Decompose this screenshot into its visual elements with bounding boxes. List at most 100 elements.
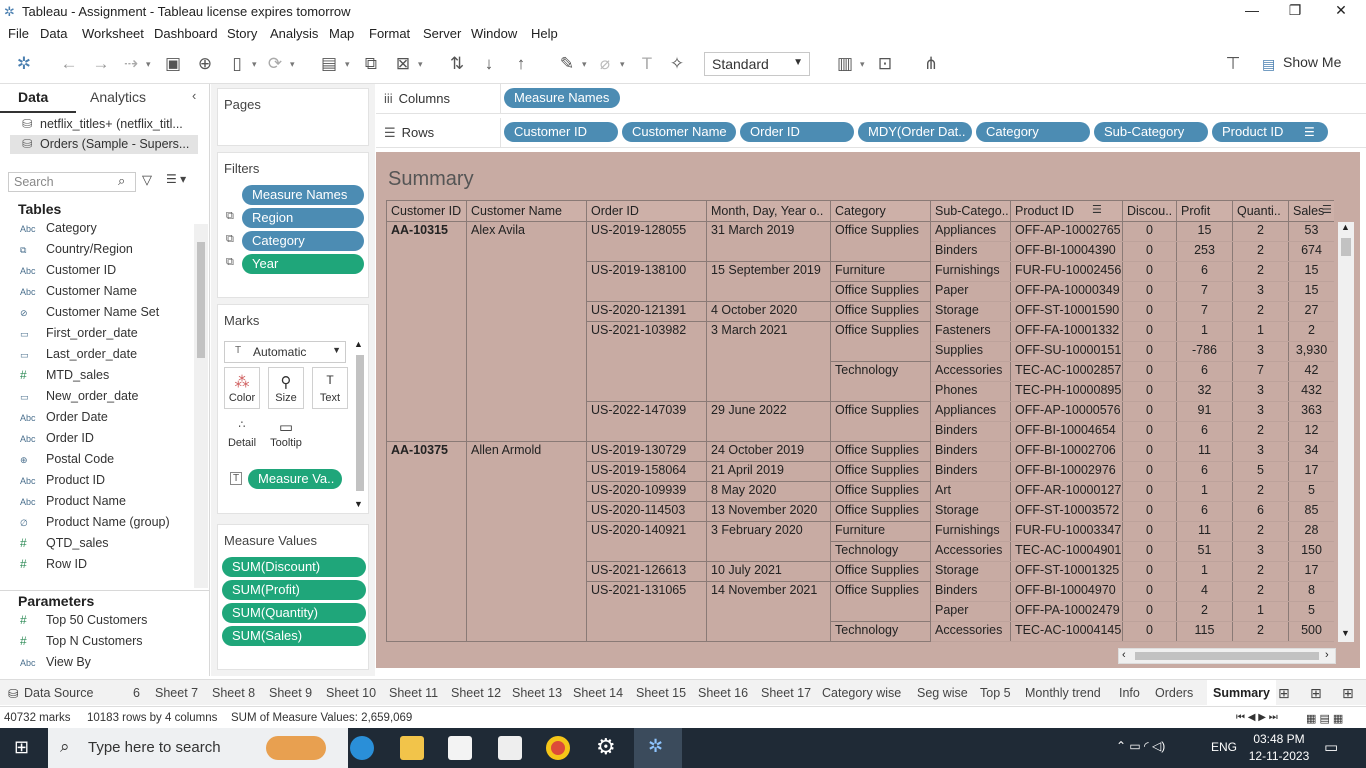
table-cell[interactable] <box>706 361 831 382</box>
table-cell[interactable]: 2 <box>1232 301 1289 322</box>
file-explorer-icon[interactable] <box>400 736 424 760</box>
table-cell[interactable]: 11 <box>1176 441 1233 462</box>
table-cell[interactable]: OFF-PA-10002479 <box>1010 601 1123 622</box>
table-cell[interactable]: OFF-AR-10000127 <box>1010 481 1123 502</box>
table-cell[interactable]: 363 <box>1288 401 1334 422</box>
fit-dropdown[interactable]: Standard ▼ <box>704 52 810 76</box>
table-cell[interactable]: OFF-BI-10004970 <box>1010 581 1123 602</box>
tooltip-button[interactable]: ▭ Tooltip <box>268 413 304 455</box>
table-cell[interactable]: 5 <box>1288 601 1334 622</box>
tableau-taskbar-icon[interactable]: ✲ <box>634 728 682 768</box>
menu-file[interactable]: File <box>8 26 29 41</box>
table-cell[interactable]: 0 <box>1122 241 1177 262</box>
filter-icon[interactable]: ▽ <box>142 172 152 188</box>
table-cell[interactable]: 7 <box>1176 301 1233 322</box>
table-cell[interactable]: 500 <box>1288 621 1334 642</box>
table-cell[interactable]: 5 <box>1288 481 1334 502</box>
measure-pill-sales[interactable]: SUM(Sales) <box>222 626 366 646</box>
filter-pill-category[interactable]: Category <box>242 231 364 251</box>
format-painter-icon[interactable]: ⊤ <box>1222 53 1244 75</box>
row-pill-order-id[interactable]: Order ID <box>740 122 854 142</box>
table-cell[interactable]: Office Supplies <box>830 501 931 522</box>
table-cell[interactable]: Accessories <box>930 541 1011 562</box>
new-story-icon[interactable]: ⊞ <box>1342 685 1354 702</box>
table-cell[interactable]: 17 <box>1288 461 1334 482</box>
table-cell[interactable] <box>386 541 467 562</box>
sheet-tab[interactable]: Seg wise <box>917 686 968 700</box>
table-cell[interactable] <box>386 301 467 322</box>
field-item[interactable]: ▭ First_order_date <box>20 326 138 347</box>
table-cell[interactable]: Accessories <box>930 361 1011 382</box>
table-cell[interactable]: Office Supplies <box>830 581 931 602</box>
table-cell[interactable]: 0 <box>1122 521 1177 542</box>
table-cell[interactable]: 4 <box>1176 581 1233 602</box>
table-cell[interactable]: 12 <box>1288 421 1334 442</box>
windows-start-icon[interactable]: ⊞ <box>14 737 29 758</box>
table-cell[interactable]: 0 <box>1122 281 1177 302</box>
table-cell[interactable] <box>386 281 467 302</box>
presentation-icon[interactable]: ⊡ <box>874 53 896 75</box>
table-cell[interactable]: 0 <box>1122 381 1177 402</box>
table-cell[interactable]: Office Supplies <box>830 401 931 422</box>
table-cell[interactable]: 6 <box>1176 461 1233 482</box>
settings-icon[interactable]: ⚙ <box>596 734 616 760</box>
field-item[interactable]: ▭ New_order_date <box>20 389 138 410</box>
table-cell[interactable]: 3 February 2020 <box>706 521 831 542</box>
new-worksheet-icon[interactable]: ⊞ <box>1278 685 1290 702</box>
close-icon[interactable]: ✕ <box>1326 2 1356 22</box>
table-cell[interactable] <box>386 421 467 442</box>
store-icon[interactable] <box>448 736 472 760</box>
field-item[interactable]: Abc Order ID <box>20 431 94 452</box>
table-cell[interactable] <box>466 301 587 322</box>
table-cell[interactable]: 15 <box>1288 281 1334 302</box>
field-item[interactable]: Abc Order Date <box>20 410 108 431</box>
table-cell[interactable]: 21 April 2019 <box>706 461 831 482</box>
vertical-scrollbar[interactable]: ▲ ▼ <box>1338 222 1354 642</box>
scroll-down-icon[interactable]: ▼ <box>1341 628 1350 638</box>
table-cell[interactable]: 6 <box>1232 501 1289 522</box>
table-cell[interactable]: 15 <box>1176 221 1233 242</box>
table-cell[interactable] <box>706 241 831 262</box>
table-cell[interactable]: OFF-BI-10004390 <box>1010 241 1123 262</box>
table-cell[interactable] <box>466 461 587 482</box>
table-cell[interactable]: 51 <box>1176 541 1233 562</box>
table-cell[interactable]: 3 <box>1232 441 1289 462</box>
field-item[interactable]: Abc Customer Name <box>20 284 137 305</box>
table-cell[interactable]: 0 <box>1122 361 1177 382</box>
menu-data[interactable]: Data <box>40 26 67 41</box>
sheet-tab[interactable]: Sheet 12 <box>451 686 501 700</box>
refresh-icon[interactable]: ⟳ <box>264 53 286 75</box>
new-data-source-icon[interactable]: ⊕ <box>194 53 216 75</box>
table-cell[interactable]: TEC-PH-10000895 <box>1010 381 1123 402</box>
parameter-item[interactable]: # Top 50 Customers <box>20 613 147 634</box>
menu-analysis[interactable]: Analysis <box>270 26 318 41</box>
table-cell[interactable]: 27 <box>1288 301 1334 322</box>
table-cell[interactable]: Binders <box>930 441 1011 462</box>
sheet-tab[interactable]: Sheet 7 <box>155 686 198 700</box>
table-cell[interactable]: 5 <box>1232 461 1289 482</box>
table-cell[interactable]: 3 March 2021 <box>706 321 831 342</box>
table-cell[interactable]: 2 <box>1232 561 1289 582</box>
table-cell[interactable]: 115 <box>1176 621 1233 642</box>
table-cell[interactable]: Accessories <box>930 621 1011 642</box>
sheet-tab[interactable]: Sheet 13 <box>512 686 562 700</box>
table-cell[interactable]: 0 <box>1122 481 1177 502</box>
table-cell[interactable] <box>706 341 831 362</box>
field-item[interactable]: Abc Product Name <box>20 494 126 515</box>
sort-ascending-icon[interactable]: ↓ <box>478 53 500 75</box>
sheet-tab[interactable]: Summary <box>1207 680 1276 706</box>
table-cell[interactable]: 0 <box>1122 321 1177 342</box>
mail-icon[interactable] <box>498 736 522 760</box>
table-cell[interactable] <box>466 521 587 542</box>
table-cell[interactable]: Paper <box>930 601 1011 622</box>
table-cell[interactable]: Office Supplies <box>830 301 931 322</box>
field-item[interactable]: Abc Customer ID <box>20 263 116 284</box>
table-cell[interactable] <box>386 401 467 422</box>
duplicate-icon[interactable]: ⧉ <box>360 53 382 75</box>
table-cell[interactable]: Binders <box>930 581 1011 602</box>
table-cell[interactable]: OFF-BI-10004654 <box>1010 421 1123 442</box>
color-button[interactable]: ⁂ Color <box>224 367 260 409</box>
table-cell[interactable]: OFF-BI-10002976 <box>1010 461 1123 482</box>
table-cell[interactable]: 1 <box>1176 321 1233 342</box>
field-item[interactable]: ⧉ Country/Region <box>20 242 133 263</box>
